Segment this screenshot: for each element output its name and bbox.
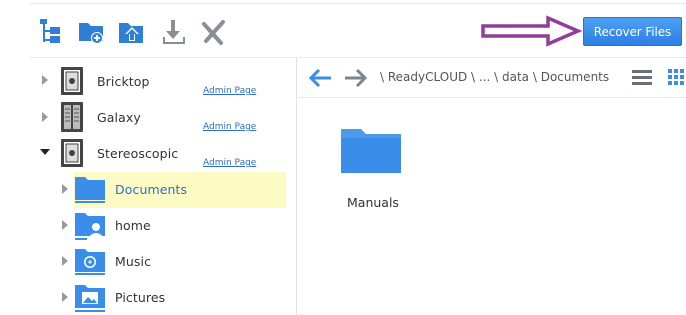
- path-bar: \ ReadyCLOUD \ ... \ data \ Documents: [298, 58, 686, 98]
- recover-files-button[interactable]: Recover Files: [583, 17, 682, 46]
- collapse-caret-icon[interactable]: [39, 148, 51, 156]
- top-divider: [30, 3, 686, 4]
- share-label-music[interactable]: Music: [115, 254, 151, 269]
- folder-label-manuals[interactable]: Manuals: [347, 195, 399, 210]
- annotation-arrow-icon: [481, 15, 583, 47]
- list-view-icon[interactable]: [632, 69, 652, 87]
- music-folder-icon: [75, 249, 105, 275]
- nas-device-icon: [61, 139, 83, 167]
- forward-arrow-icon[interactable]: [343, 69, 367, 87]
- file-browser-panel: \ ReadyCLOUD \ ... \ data \ Documents Ma…: [298, 57, 686, 315]
- share-label-pictures[interactable]: Pictures: [115, 290, 165, 305]
- nas-device-icon: [61, 67, 83, 95]
- grid-view-icon[interactable]: [667, 68, 686, 87]
- folder-icon: [75, 177, 105, 203]
- device-label-bricktop[interactable]: Bricktop: [97, 74, 150, 89]
- share-label-documents[interactable]: Documents: [115, 182, 187, 197]
- expand-caret-icon[interactable]: [61, 219, 69, 231]
- expand-caret-icon[interactable]: [61, 291, 69, 303]
- home-folder-icon: [75, 213, 105, 240]
- pictures-folder-icon: [75, 285, 105, 312]
- back-arrow-icon[interactable]: [309, 69, 333, 87]
- new-folder-icon[interactable]: [77, 17, 107, 47]
- delete-icon[interactable]: [199, 17, 229, 47]
- download-icon[interactable]: [159, 17, 189, 47]
- expand-caret-icon[interactable]: [41, 74, 49, 86]
- tree-view-icon[interactable]: [37, 17, 67, 47]
- device-label-galaxy[interactable]: Galaxy: [97, 110, 141, 125]
- file-manager-window: Recover Files Bricktop Admin Page Galaxy…: [0, 0, 686, 315]
- breadcrumb[interactable]: \ ReadyCLOUD \ ... \ data \ Documents: [380, 70, 609, 84]
- device-label-stereoscopic[interactable]: Stereoscopic: [97, 146, 178, 161]
- upload-icon[interactable]: [117, 17, 147, 47]
- expand-caret-icon[interactable]: [61, 183, 69, 195]
- share-label-home[interactable]: home: [115, 218, 151, 233]
- nas-rack-icon: [61, 102, 83, 132]
- admin-page-link[interactable]: Admin Page: [203, 122, 256, 132]
- folder-icon[interactable]: [340, 128, 402, 174]
- admin-page-link[interactable]: Admin Page: [203, 86, 256, 96]
- expand-caret-icon[interactable]: [41, 111, 49, 123]
- expand-caret-icon[interactable]: [61, 255, 69, 267]
- admin-page-link[interactable]: Admin Page: [203, 158, 256, 168]
